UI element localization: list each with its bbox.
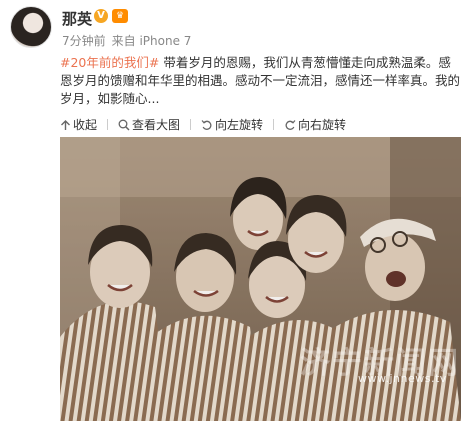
verified-badge-icon: V [94, 9, 108, 23]
divider [107, 119, 109, 130]
rotate-right-label: 向右旋转 [298, 118, 347, 132]
divider [273, 119, 275, 130]
divider [190, 119, 192, 130]
magnifier-icon [118, 119, 130, 131]
collapse-arrow-icon [61, 120, 70, 130]
collapse-label: 收起 [73, 118, 98, 132]
hashtag-link[interactable]: #20年前的我们# [60, 55, 159, 70]
image-toolbar: 收起 查看大图 向左旋转 向右旋转 [60, 116, 356, 134]
post-header: 那英 V ♛ 7分钟前 来自 iPhone 7 [0, 0, 471, 52]
view-large-button[interactable]: 查看大图 [118, 116, 180, 133]
avatar[interactable] [10, 6, 52, 48]
rotate-left-label: 向左旋转 [215, 118, 264, 132]
watermark-url: www.jnnews.tv [358, 372, 447, 385]
post-meta: 7分钟前 来自 iPhone 7 [62, 32, 197, 49]
vip-crown-icon: ♛ [112, 9, 128, 23]
collapse-button[interactable]: 收起 [60, 116, 97, 133]
rotate-left-button[interactable]: 向左旋转 [201, 116, 263, 133]
post-source: 来自 iPhone 7 [111, 34, 192, 48]
post-time[interactable]: 7分钟前 [62, 34, 106, 48]
rotate-left-icon [201, 120, 212, 130]
post-text: #20年前的我们# 带着岁月的恩赐，我们从青葱懵懂走向成熟温柔。感恩岁月的馈赠和… [60, 54, 460, 108]
view-large-label: 查看大图 [132, 118, 181, 132]
rotate-right-icon [285, 120, 296, 130]
username[interactable]: 那英 [62, 8, 92, 29]
rotate-right-button[interactable]: 向右旋转 [284, 116, 346, 133]
